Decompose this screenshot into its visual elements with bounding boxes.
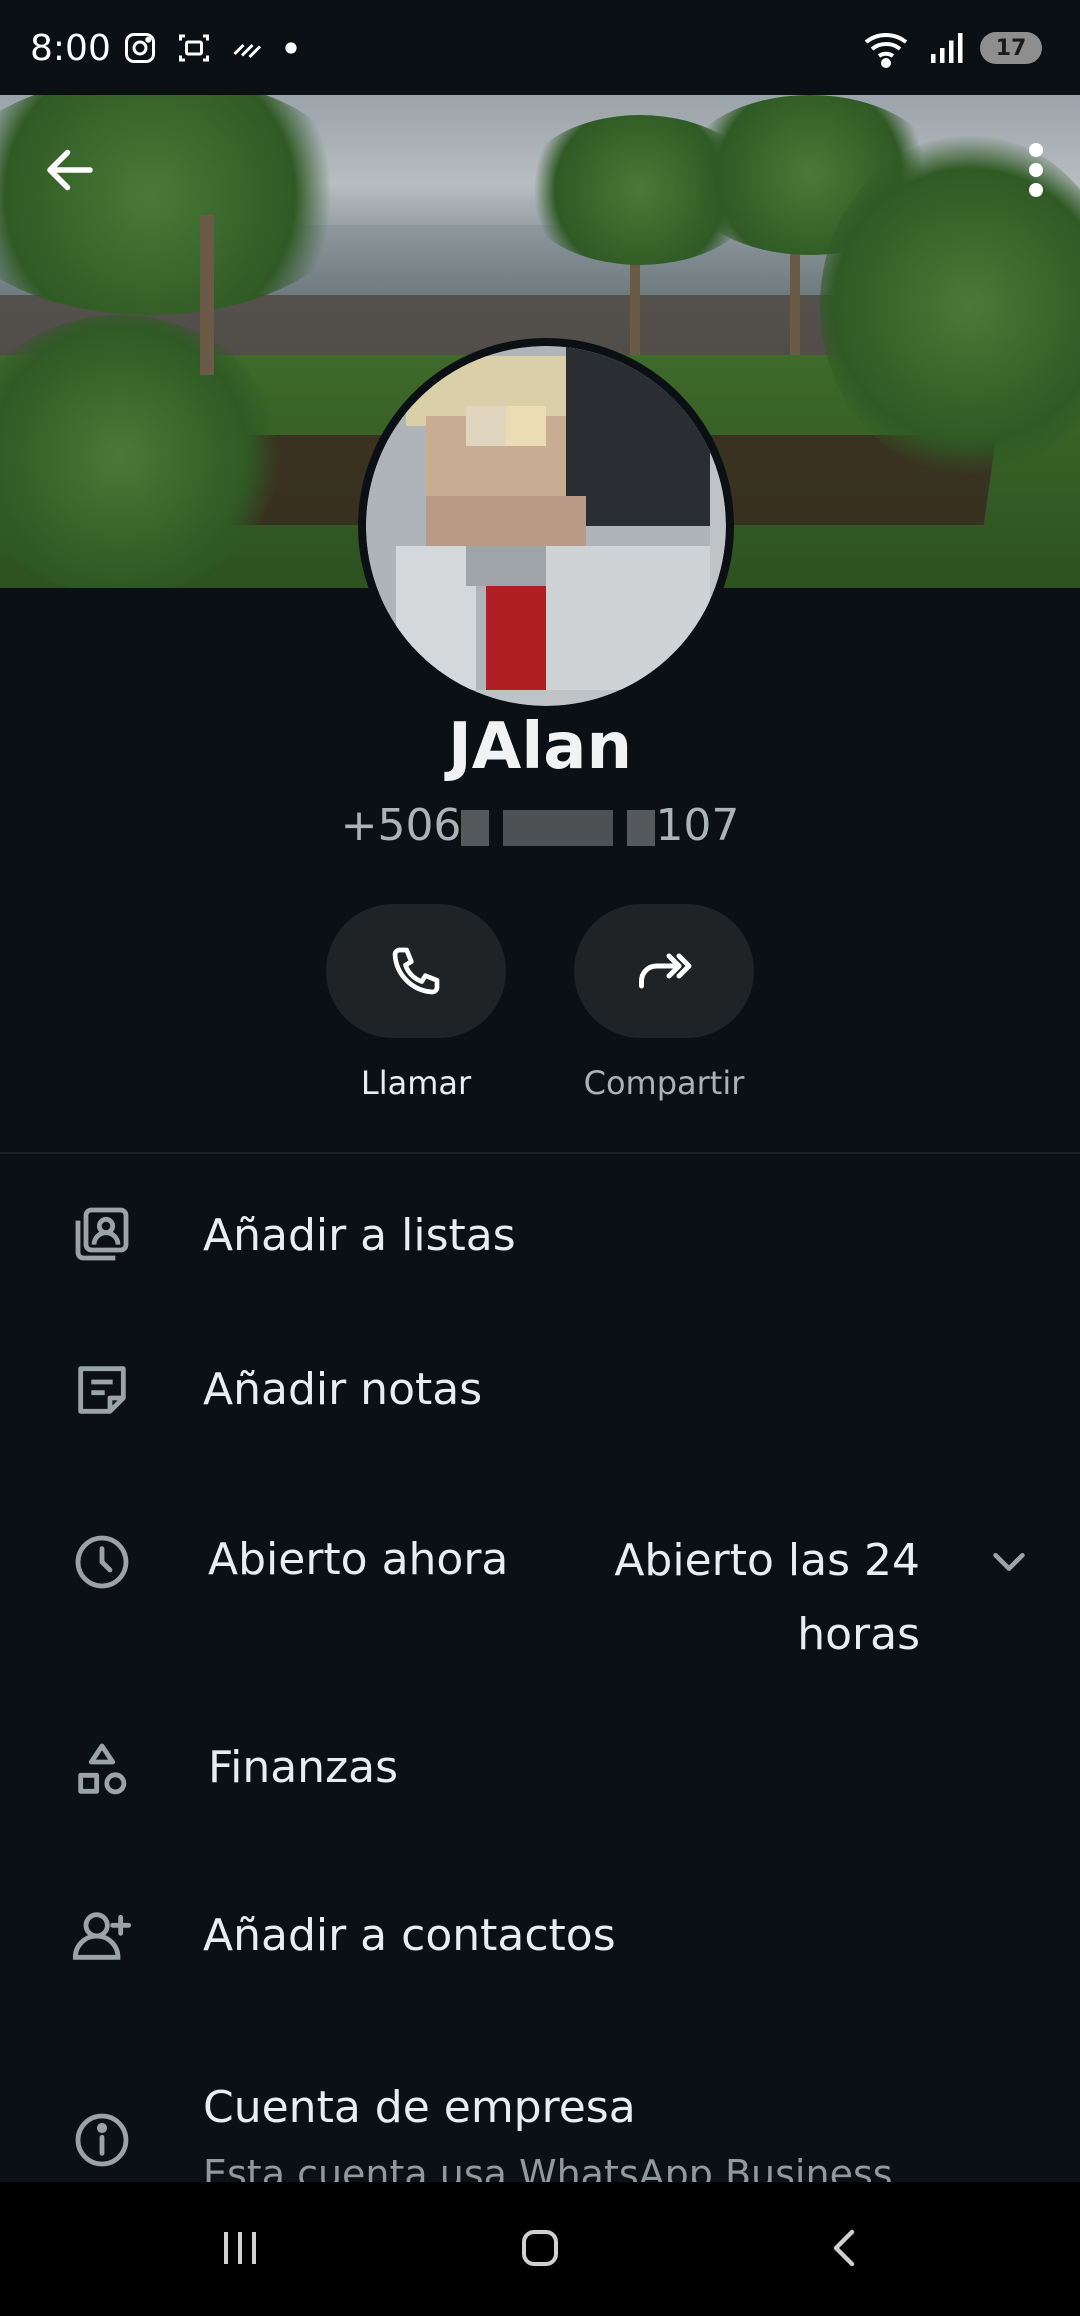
phone-redaction	[461, 810, 490, 846]
person-add-icon	[72, 1912, 132, 1960]
add-to-lists-label: Añadir a listas	[203, 1210, 516, 1261]
screenshot-icon	[179, 34, 209, 62]
system-nav-bar	[0, 2182, 1080, 2316]
avatar-image	[366, 346, 726, 706]
section-divider	[0, 1152, 1080, 1154]
add-to-contacts-label: Añadir a contactos	[203, 1910, 616, 1961]
business-account-row[interactable]: Cuenta de empresa Esta cuenta usa WhatsA…	[0, 2070, 1080, 2182]
add-to-lists-row[interactable]: Añadir a listas	[0, 1186, 1080, 1286]
phone-prefix: +506	[340, 800, 462, 851]
call-action[interactable]: Llamar	[326, 904, 506, 1102]
home-icon[interactable]	[516, 2224, 564, 2272]
category-label: Finanzas	[208, 1742, 399, 1793]
share-button[interactable]	[574, 904, 754, 1038]
cell-signal-icon	[931, 33, 963, 63]
category-row: Finanzas	[0, 1716, 1080, 1816]
chevron-down-icon[interactable]	[986, 1538, 1032, 1584]
recent-apps-icon[interactable]	[216, 2224, 264, 2272]
lists-icon	[75, 1207, 129, 1261]
add-notes-label: Añadir notas	[203, 1364, 483, 1415]
clock-icon	[75, 1535, 129, 1589]
avatar-block	[506, 406, 546, 446]
battery-indicator: 17	[980, 32, 1042, 64]
status-time: 8:00	[30, 28, 111, 69]
info-icon	[75, 2113, 129, 2167]
back-arrow-icon[interactable]	[40, 140, 100, 200]
add-notes-row[interactable]: Añadir notas	[0, 1340, 1080, 1440]
hours-detail: Abierto las 24 horas	[614, 1535, 920, 1660]
phone-redaction	[627, 810, 656, 846]
avatar-block	[486, 586, 546, 690]
call-button[interactable]	[326, 904, 506, 1038]
phone-suffix: 107	[655, 800, 740, 851]
business-account-subtitle: Esta cuenta usa WhatsApp Business	[203, 2152, 893, 2182]
avatar-block	[566, 346, 710, 526]
notes-icon	[78, 1366, 126, 1414]
add-to-contacts-row[interactable]: Añadir a contactos	[0, 1886, 1080, 1986]
hours-status: Abierto ahora	[208, 1534, 509, 1585]
signal-lines-icon	[233, 43, 262, 59]
dot-icon	[285, 42, 297, 54]
avatar-block	[466, 406, 506, 446]
call-label: Llamar	[360, 1064, 472, 1102]
wifi-icon	[864, 32, 908, 68]
avatar[interactable]	[358, 338, 734, 714]
avatar-block	[466, 546, 546, 586]
business-account-title: Cuenta de empresa	[203, 2082, 636, 2133]
avatar-block	[396, 546, 476, 690]
tree-trunk	[200, 215, 214, 375]
contact-name: JAlan	[447, 710, 633, 784]
share-label: Compartir	[583, 1064, 745, 1102]
instagram-icon	[125, 33, 155, 63]
share-forward-icon	[639, 953, 692, 989]
avatar-block	[426, 496, 586, 546]
avatar-block	[546, 546, 710, 690]
more-vertical-icon[interactable]	[1016, 140, 1056, 200]
status-bar: 8:00 17	[0, 0, 1080, 95]
phone-redaction	[503, 810, 614, 846]
back-nav-icon[interactable]	[822, 2224, 870, 2272]
status-icons-right: 17	[864, 28, 1042, 68]
contact-phone: +506 107	[0, 800, 1080, 851]
shapes-icon	[78, 1743, 127, 1795]
status-icons-left	[122, 30, 298, 66]
share-action[interactable]: Compartir	[574, 904, 754, 1102]
phone-icon	[392, 947, 440, 995]
business-hours-row[interactable]: Abierto ahora Abierto las 24 horas	[0, 1500, 1080, 1680]
